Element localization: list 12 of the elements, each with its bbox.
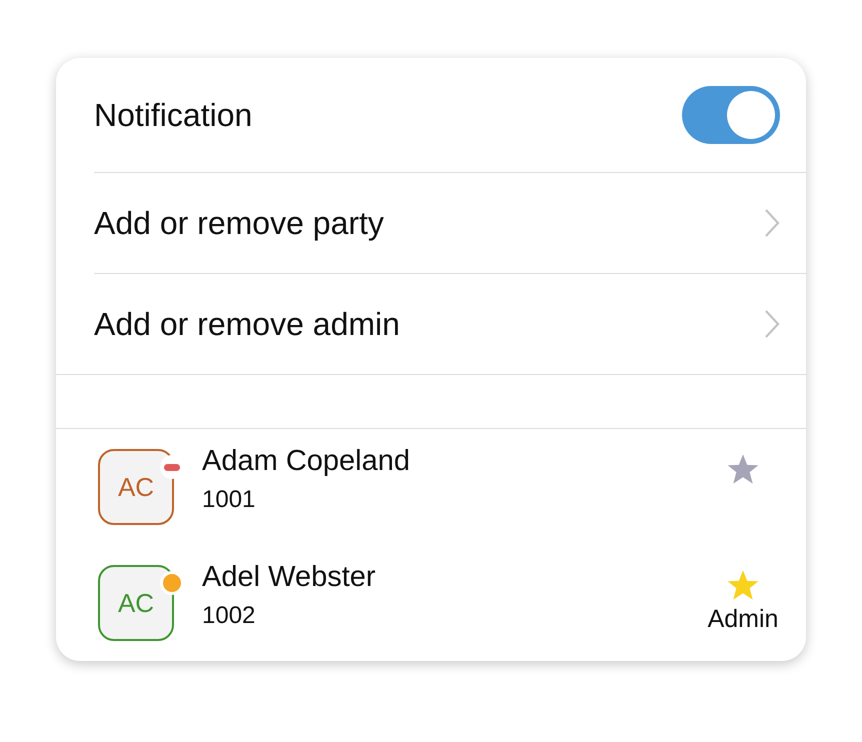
star-icon[interactable] bbox=[726, 453, 760, 485]
chevron-right-icon bbox=[764, 208, 780, 238]
member-name: Adam Copeland bbox=[202, 444, 411, 478]
menu-item[interactable]: Add or remove admin bbox=[94, 306, 400, 342]
member-name: Adel Webster bbox=[202, 560, 377, 594]
notification-label: Notification bbox=[94, 96, 252, 134]
member-number: 1001 bbox=[202, 486, 256, 514]
star-icon[interactable] bbox=[726, 569, 760, 601]
chevron-right-icon bbox=[764, 309, 780, 339]
role-label: Admin bbox=[708, 605, 778, 634]
member-number: 1002 bbox=[202, 602, 256, 630]
menu-item[interactable]: Add or remove party bbox=[94, 204, 384, 242]
